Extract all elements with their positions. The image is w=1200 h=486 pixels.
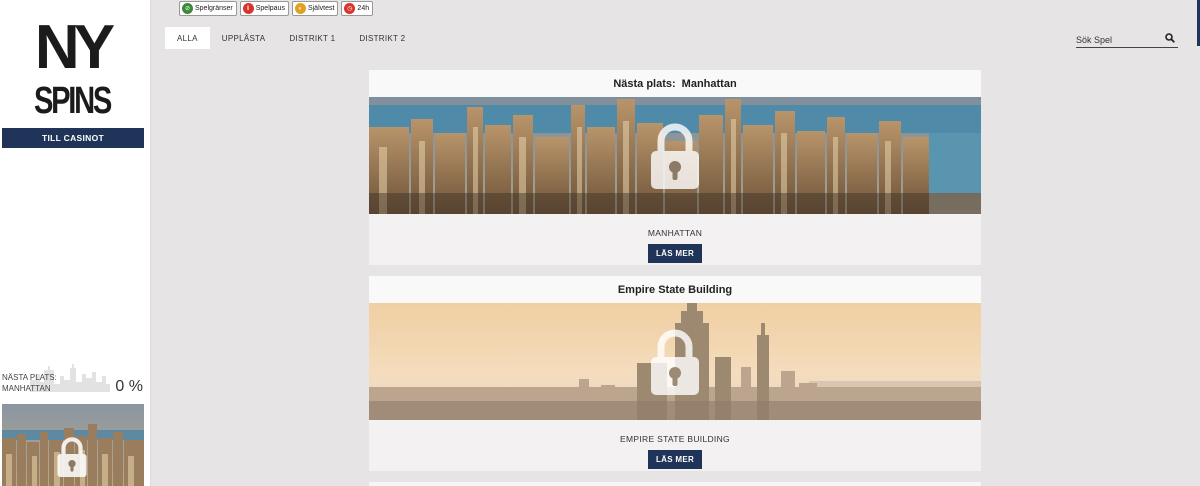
search-box xyxy=(1076,30,1178,48)
place-card-empire-state-building: Empire State Building EMPIRE STATE BUILD… xyxy=(369,276,981,471)
next-place-label: NÄSTA PLATS: MANHATTAN xyxy=(2,372,57,394)
till-casinot-button[interactable]: TILL CASINOT xyxy=(2,128,144,148)
rg-label: Självtest xyxy=(307,5,335,12)
ny-spins-logo[interactable]: NY SPINS xyxy=(30,10,114,116)
rg-label: 24h xyxy=(357,5,370,12)
tab-distrikt-2[interactable]: DISTRIKT 2 xyxy=(347,27,417,49)
tab-alla[interactable]: ALLA xyxy=(165,27,210,49)
lock-icon xyxy=(651,123,699,189)
clock-icon: ◷ xyxy=(344,3,356,14)
next-place-label-line2: MANHATTAN xyxy=(2,384,51,393)
empire-state-image[interactable] xyxy=(369,303,981,420)
search-input[interactable] xyxy=(1076,32,1162,48)
logo-bottom-text: SPINS xyxy=(34,80,111,116)
place-card-partial xyxy=(369,482,981,486)
tab-distrikt-1[interactable]: DISTRIKT 1 xyxy=(277,27,347,49)
next-place-percent: 0 % xyxy=(115,378,143,395)
sjalvtest-button[interactable]: ◐ Självtest xyxy=(291,1,339,16)
sidebar: NY SPINS TILL CASINOT NÄSTA PLATS: MANHA… xyxy=(0,0,151,486)
pause-icon: ǁ xyxy=(242,3,254,14)
card-title-prefix: Nästa plats: xyxy=(613,77,676,90)
search-icon[interactable] xyxy=(1165,33,1175,43)
las-mer-button[interactable]: LÄS MER xyxy=(648,450,702,469)
card-title: Empire State Building xyxy=(369,276,981,303)
card-name: MANHATTAN xyxy=(647,228,703,238)
las-mer-button[interactable]: LÄS MER xyxy=(648,244,702,263)
next-place-label-line1: NÄSTA PLATS: xyxy=(2,373,57,382)
lock-icon xyxy=(57,437,87,478)
spelpaus-button[interactable]: ǁ Spelpaus xyxy=(239,1,289,16)
manhattan-image[interactable] xyxy=(369,97,981,214)
selftest-icon: ◐ xyxy=(294,3,306,14)
tab-upplasta[interactable]: UPPLÅSTA xyxy=(210,27,278,49)
next-place-thumbnail[interactable] xyxy=(2,404,144,486)
filter-tabs: ALLA UPPLÅSTA DISTRIKT 1 DISTRIKT 2 xyxy=(165,27,417,49)
next-place-progress: NÄSTA PLATS: MANHATTAN 0 % xyxy=(0,360,151,400)
place-card-manhattan: Nästa plats: Manhattan MANHATTAN LÄS MER xyxy=(369,70,981,265)
card-title-text: Manhattan xyxy=(681,77,737,90)
limits-icon: ⊘ xyxy=(182,3,193,14)
rg-label: Spelgränser xyxy=(195,5,233,12)
spelgranser-button[interactable]: ⊘ Spelgränser xyxy=(179,1,237,16)
card-name: EMPIRE STATE BUILDING xyxy=(620,434,730,444)
lock-icon xyxy=(651,329,699,395)
rg-label: Spelpaus xyxy=(255,5,285,12)
card-title: Nästa plats: Manhattan xyxy=(369,70,981,97)
responsible-gaming-bar: ⊘ Spelgränser ǁ Spelpaus ◐ Självtest ◷ 2… xyxy=(179,1,374,16)
card-title-text: Empire State Building xyxy=(617,283,733,296)
logo-top-text: NY xyxy=(35,13,114,82)
24h-button[interactable]: ◷ 24h xyxy=(341,1,374,16)
